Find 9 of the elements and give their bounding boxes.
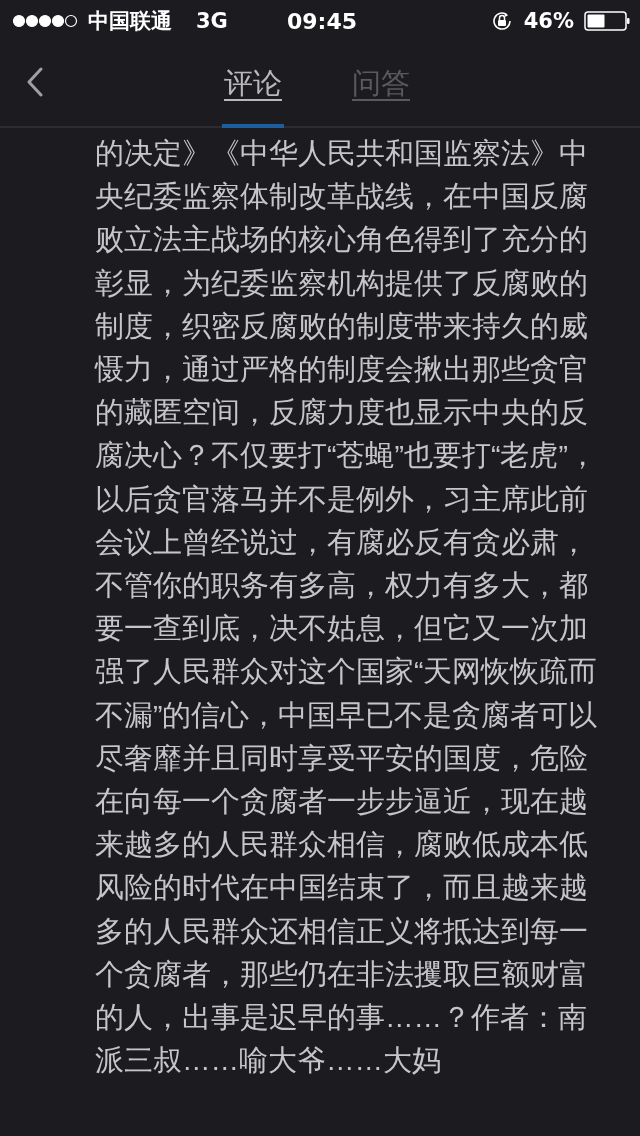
signal-strength-icon	[12, 14, 78, 28]
carrier-name: 中国联通	[88, 8, 172, 35]
back-button[interactable]	[26, 67, 44, 97]
battery-percentage: 46%	[523, 9, 574, 33]
comment-text: 的决定》《中华人民共和国监察法》中央纪委监察体制改革战线，在中国反腐败立法主战场的核心角色得到了充分的彰显，为纪委监察机构提供了反腐败的制度，织密反腐败的制度带来持久的威慑力，通过严格的制度会揪出那些贪官的藏匿空间，反腐力度也显示中央的反腐决心？不仅要打“苍蝇”也要打“老虎”，以后贪官落马并不是例外，习主席此前会议上曾经说过，有腐必反有贪必肃，不管你的职务有多高，权力有多大，都要一查到底，决不姑息，但它又一次加强了人民群众对这个国家“天网恢恢疏而不漏”的信心，中国早已不是贪腐者可以尽奢靡并且同时享受平安的国度，危险在向每一个贪腐者一步步逼近，现在越来越多的人民群众相信，腐败低成本低风险的时代在中国结束了，而且越来越多的人民群众还相信正义将抵达到每一个贪腐者，那些仍在非法攫取巨额财富的人，出事是迟早的事……？作者：南派三叔……喻大爷……大妈	[95, 136, 599, 1079]
nav-tab[interactable]: 评论	[222, 44, 284, 128]
network-type: 3G	[196, 9, 228, 33]
battery-icon	[584, 11, 630, 31]
status-time: 09:45	[287, 8, 358, 34]
